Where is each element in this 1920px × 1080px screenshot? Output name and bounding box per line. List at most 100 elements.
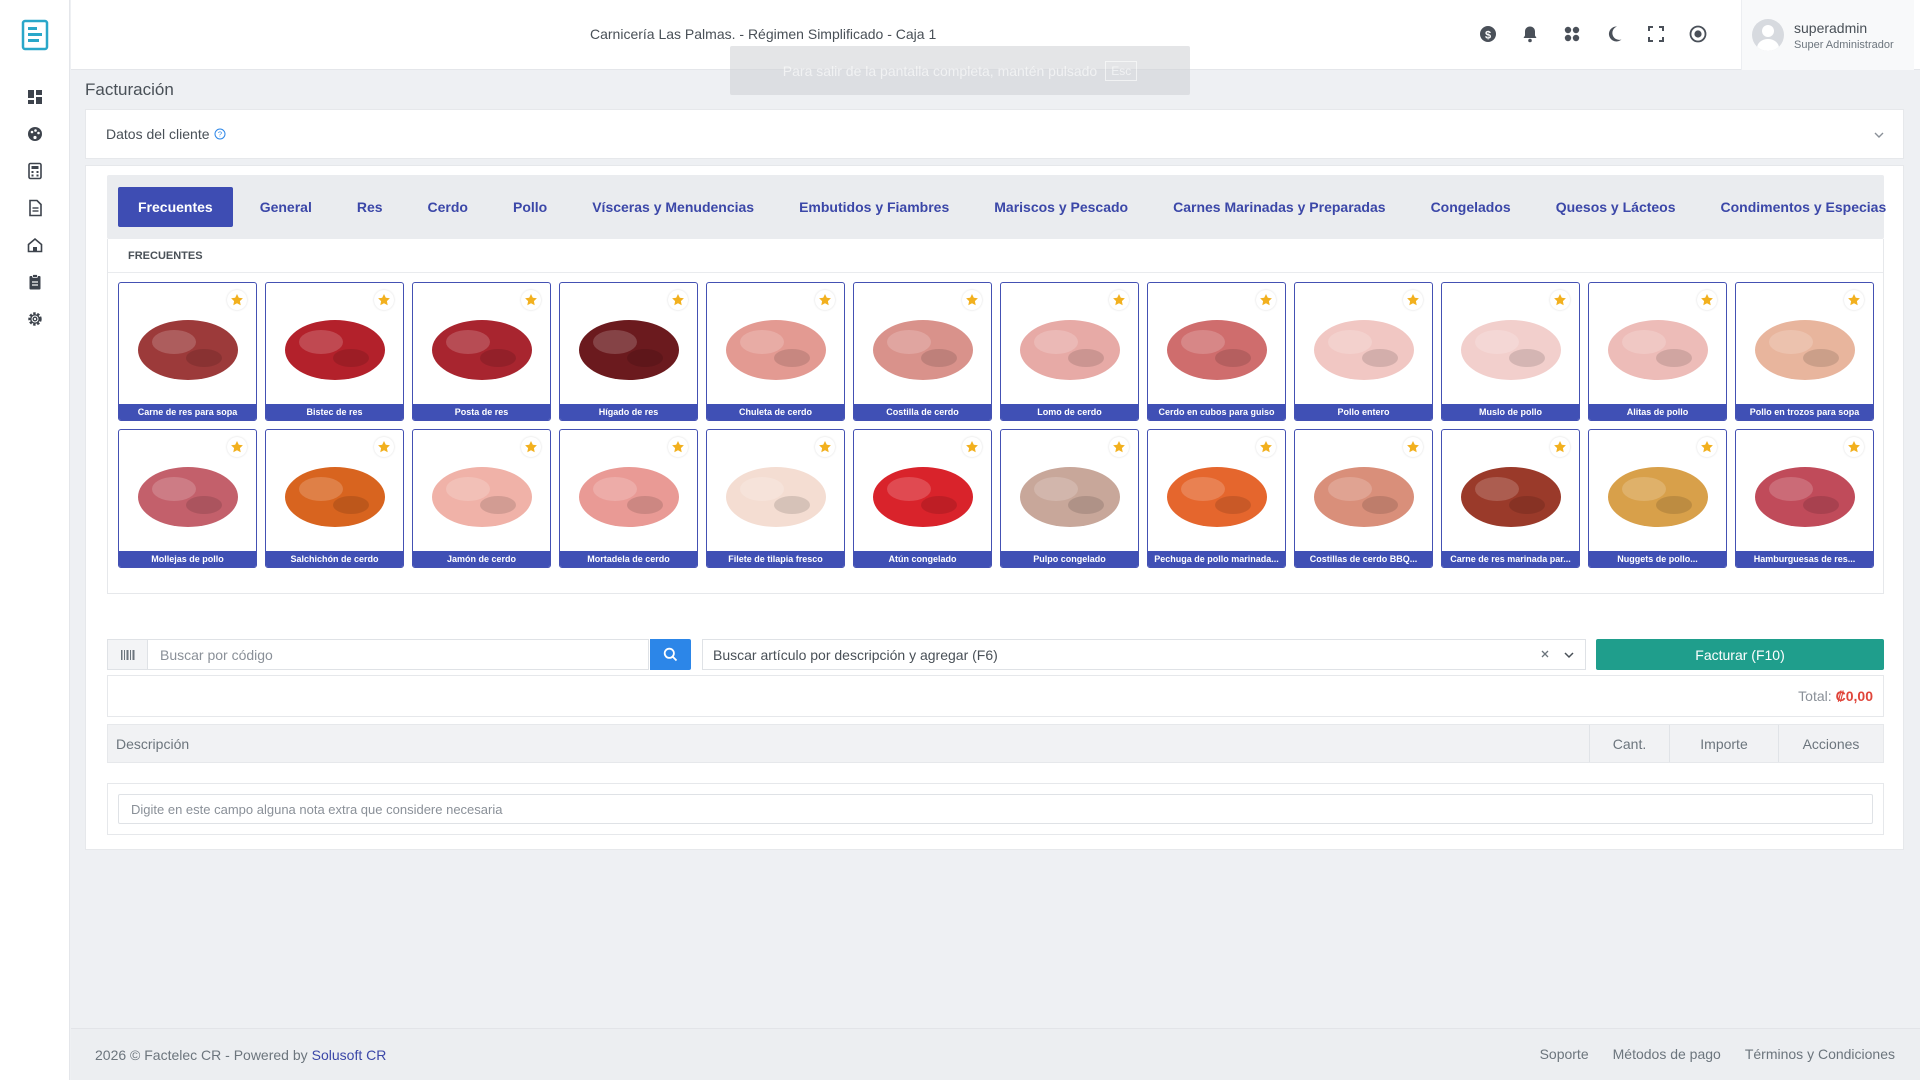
- chevron-down-icon[interactable]: [1563, 649, 1575, 661]
- tab-frecuentes[interactable]: Frecuentes: [118, 187, 233, 227]
- product-card[interactable]: Pollo en trozos para sopa: [1735, 282, 1874, 421]
- product-card[interactable]: Muslo de pollo: [1441, 282, 1580, 421]
- tab-carnes-marinadas-y-preparadas[interactable]: Carnes Marinadas y Preparadas: [1153, 187, 1405, 227]
- app-logo[interactable]: [21, 19, 49, 51]
- invoice-button[interactable]: Facturar (F10): [1596, 639, 1884, 670]
- favorite-star-icon[interactable]: [815, 290, 835, 310]
- favorite-star-icon[interactable]: [1550, 437, 1570, 457]
- tab-condimentos-y-especias[interactable]: Condimentos y Especias: [1701, 187, 1907, 227]
- document-icon[interactable]: [0, 189, 70, 226]
- billing-panel: Frecuentes General Res Cerdo Pollo Vísceras y…: [85, 165, 1904, 850]
- barcode-icon[interactable]: [108, 640, 148, 669]
- fullscreen-toast-text: Para salir de la pantalla completa, mant…: [782, 62, 1098, 79]
- favorite-star-icon[interactable]: [1550, 290, 1570, 310]
- tab-mariscos-y-pescado[interactable]: Mariscos y Pescado: [974, 187, 1148, 227]
- favorite-star-icon[interactable]: [521, 437, 541, 457]
- product-label: Filete de tilapia fresco: [707, 551, 844, 567]
- product-card[interactable]: Atún congelado: [853, 429, 992, 568]
- col-quantity: Cant.: [1589, 725, 1669, 762]
- product-card[interactable]: Mollejas de pollo: [118, 429, 257, 568]
- favorite-star-icon[interactable]: [1403, 290, 1423, 310]
- help-icon[interactable]: ?: [214, 128, 226, 140]
- tab-cerdo[interactable]: Cerdo: [408, 187, 488, 227]
- product-card[interactable]: Carne de res marinada par...: [1441, 429, 1580, 568]
- product-card[interactable]: Salchichón de cerdo: [265, 429, 404, 568]
- tab-res[interactable]: Res: [337, 187, 403, 227]
- product-card[interactable]: Filete de tilapia fresco: [706, 429, 845, 568]
- footer-link-terms[interactable]: Términos y Condiciones: [1745, 1046, 1895, 1062]
- favorite-star-icon[interactable]: [521, 290, 541, 310]
- product-card[interactable]: Alitas de pollo: [1588, 282, 1727, 421]
- dashboard-icon[interactable]: [0, 78, 70, 115]
- favorite-star-icon[interactable]: [1844, 290, 1864, 310]
- tab-embutidos-y-fiambres[interactable]: Embutidos y Fiambres: [779, 187, 969, 227]
- footer-link-payment[interactable]: Métodos de pago: [1613, 1046, 1721, 1062]
- product-card[interactable]: Cerdo en cubos para guiso: [1147, 282, 1286, 421]
- product-card[interactable]: Hamburguesas de res...: [1735, 429, 1874, 568]
- product-card[interactable]: Carne de res para sopa: [118, 282, 257, 421]
- product-card[interactable]: Costillas de cerdo BBQ...: [1294, 429, 1433, 568]
- favorite-star-icon[interactable]: [962, 290, 982, 310]
- client-section[interactable]: Datos del cliente ?: [85, 109, 1904, 159]
- bell-icon[interactable]: [1518, 22, 1542, 46]
- favorite-star-icon[interactable]: [668, 290, 688, 310]
- favorite-star-icon[interactable]: [1256, 290, 1276, 310]
- favorite-star-icon[interactable]: [1697, 290, 1717, 310]
- favorite-star-icon[interactable]: [1109, 437, 1129, 457]
- clear-icon[interactable]: [1539, 648, 1551, 660]
- favorite-star-icon[interactable]: [1697, 437, 1717, 457]
- favorite-star-icon[interactable]: [668, 437, 688, 457]
- moon-icon[interactable]: [1602, 22, 1626, 46]
- product-card[interactable]: Hígado de res: [559, 282, 698, 421]
- product-label: Mortadela de cerdo: [560, 551, 697, 567]
- fullscreen-icon[interactable]: [1644, 22, 1668, 46]
- search-button[interactable]: [650, 639, 691, 670]
- tab-congelados[interactable]: Congelados: [1411, 187, 1531, 227]
- favorite-star-icon[interactable]: [374, 437, 394, 457]
- tab-visceras-y-menudencias[interactable]: Vísceras y Menudencias: [572, 187, 774, 227]
- tab-general[interactable]: General: [240, 187, 332, 227]
- settings-icon[interactable]: [0, 300, 70, 337]
- clipboard-icon[interactable]: [0, 263, 70, 300]
- favorite-star-icon[interactable]: [374, 290, 394, 310]
- tab-quesos-y-lacteos[interactable]: Quesos y Lácteos: [1536, 187, 1696, 227]
- product-card[interactable]: Lomo de cerdo: [1000, 282, 1139, 421]
- product-card[interactable]: Jamón de cerdo: [412, 429, 551, 568]
- favorite-star-icon[interactable]: [1109, 290, 1129, 310]
- home-icon[interactable]: [0, 226, 70, 263]
- product-card[interactable]: Pechuga de pollo marinada...: [1147, 429, 1286, 568]
- footer-link-support[interactable]: Soporte: [1540, 1046, 1589, 1062]
- favorite-star-icon[interactable]: [1844, 437, 1864, 457]
- favorite-star-icon[interactable]: [815, 437, 835, 457]
- product-card[interactable]: Bistec de res: [265, 282, 404, 421]
- product-label: Hamburguesas de res...: [1736, 551, 1873, 567]
- favorite-star-icon[interactable]: [227, 290, 247, 310]
- tab-pollo[interactable]: Pollo: [493, 187, 567, 227]
- product-card[interactable]: Pulpo congelado: [1000, 429, 1139, 568]
- user-menu[interactable]: superadmin Super Administrador: [1741, 0, 1914, 70]
- description-search-select[interactable]: Buscar artículo por descripción y agrega…: [702, 639, 1586, 670]
- code-search-input[interactable]: [148, 640, 648, 669]
- favorite-star-icon[interactable]: [962, 437, 982, 457]
- note-input[interactable]: [118, 794, 1873, 824]
- fullscreen-toast: Para salir de la pantalla completa, mant…: [730, 46, 1190, 95]
- product-card[interactable]: Chuleta de cerdo: [706, 282, 845, 421]
- currency-icon[interactable]: $: [1476, 22, 1500, 46]
- calculator-icon[interactable]: [0, 152, 70, 189]
- target-icon[interactable]: [1686, 22, 1710, 46]
- footer-powered-link[interactable]: Solusoft CR: [312, 1047, 387, 1063]
- favorite-star-icon[interactable]: [1256, 437, 1276, 457]
- product-card[interactable]: Mortadela de cerdo: [559, 429, 698, 568]
- page-title: Facturación: [85, 80, 174, 99]
- svg-text:$: $: [1485, 29, 1491, 41]
- chevron-down-icon[interactable]: [1873, 129, 1885, 141]
- palette-icon[interactable]: [0, 115, 70, 152]
- product-label: Pollo en trozos para sopa: [1736, 404, 1873, 420]
- product-card[interactable]: Costilla de cerdo: [853, 282, 992, 421]
- product-card[interactable]: Posta de res: [412, 282, 551, 421]
- favorite-star-icon[interactable]: [227, 437, 247, 457]
- apps-icon[interactable]: [1560, 22, 1584, 46]
- product-card[interactable]: Pollo entero: [1294, 282, 1433, 421]
- product-card[interactable]: Nuggets de pollo...: [1588, 429, 1727, 568]
- favorite-star-icon[interactable]: [1403, 437, 1423, 457]
